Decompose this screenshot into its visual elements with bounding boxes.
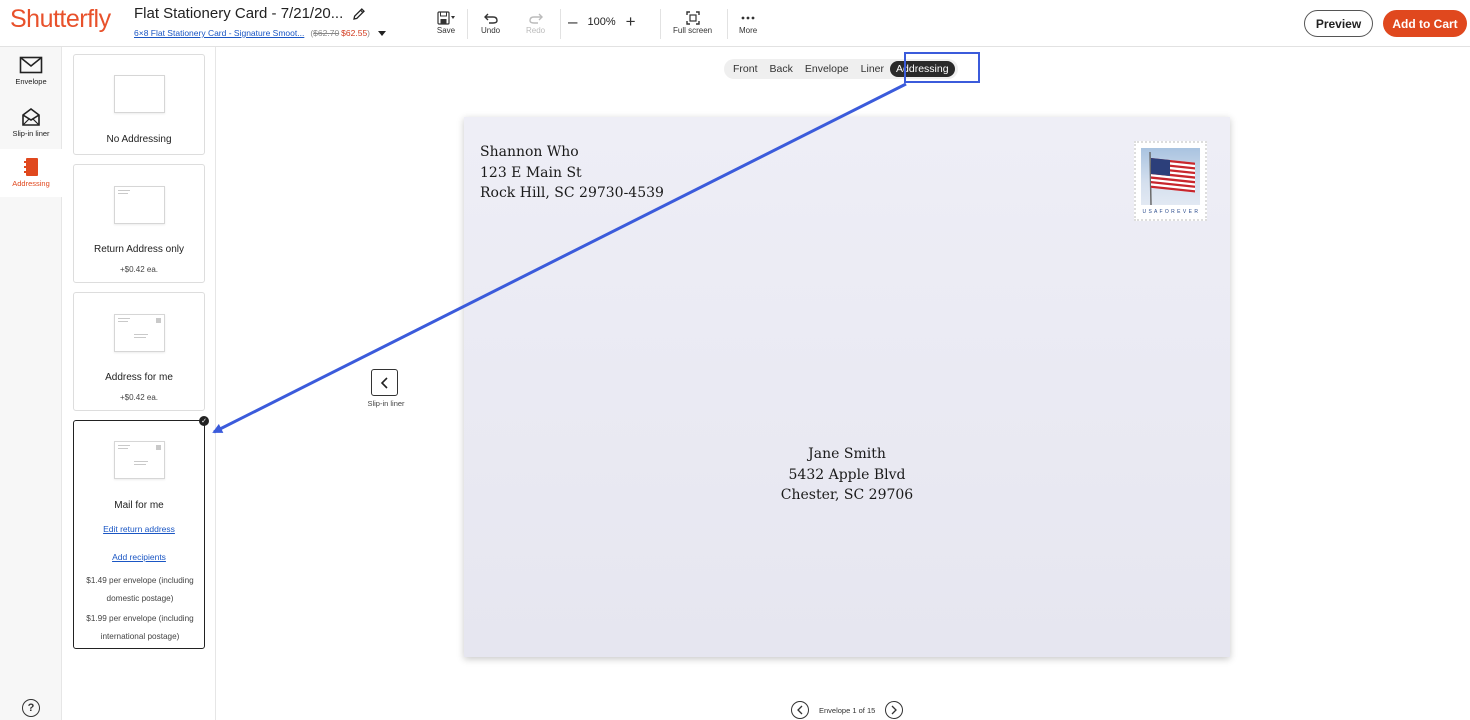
option-title: Mail for me [114,500,164,511]
zoom-out-button[interactable]: – [568,13,577,30]
chevron-left-icon [797,705,803,715]
envelope-thumbnail [114,186,165,224]
product-price-row[interactable]: 6×8 Flat Stationery Card - Signature Smo… [134,28,387,38]
tab-front[interactable]: Front [727,61,764,77]
recipient-name: Jane Smith [808,446,886,462]
stamp-text: U S A F O R E V E R [1142,209,1199,215]
return-name: Shannon Who [480,144,579,160]
toolbar-divider [467,9,468,39]
preview-button[interactable]: Preview [1304,10,1373,37]
toolbar-divider [727,9,728,39]
envelope-pager: Envelope 1 of 15 [791,701,904,719]
recipient-address: Jane Smith 5432 Apple Blvd Chester, SC 2… [464,444,1230,506]
rail-item-addressing[interactable]: Addressing [0,149,62,197]
international-postage-note-line1: $1.99 per envelope (including [86,614,194,623]
price-paren-close: ) [367,28,371,38]
option-title: No Addressing [106,134,172,145]
tab-envelope[interactable]: Envelope [799,61,855,77]
zoom-in-button[interactable]: + [626,13,636,30]
add-to-cart-button[interactable]: Add to Cart [1383,10,1467,37]
redo-icon [528,9,544,26]
redo-label: Redo [526,26,546,35]
checkmark-icon: ✓ [199,416,209,426]
option-title: Return Address only [93,244,185,255]
redo-button[interactable]: Redo [526,9,545,35]
save-label: Save [436,26,456,35]
app-window: Shutterfly Flat Stationery Card - 7/21/2… [0,0,1470,720]
previous-step-label: Slip-in liner [367,399,405,408]
recipient-city: Chester, SC 29706 [780,487,914,503]
toolbar-divider [560,9,561,39]
shutterfly-logo[interactable]: Shutterfly [10,5,111,34]
more-button[interactable]: More [739,9,757,35]
rail-label-envelope: Envelope [15,77,47,86]
undo-label: Undo [481,26,501,35]
chevron-left-icon [380,376,388,389]
option-no-addressing[interactable]: No Addressing [73,54,205,155]
international-postage-note-line2: international postage) [100,632,180,641]
sale-price: $62.55 [341,28,368,38]
postage-stamp: U S A F O R E V E R [1134,141,1207,221]
top-toolbar: Shutterfly Flat Stationery Card - 7/21/2… [0,0,1470,47]
rail-item-envelope[interactable]: Envelope [0,47,62,95]
option-address-for-me[interactable]: Address for me +$0.42 ea. [73,292,205,411]
project-title-row: Flat Stationery Card - 7/21/20... [134,5,367,22]
addressing-options-panel: No Addressing Return Address only +$0.42… [62,47,216,720]
envelope-thumbnail [114,441,165,479]
recipient-street: 5432 Apple Blvd [788,466,906,483]
more-label: More [739,26,758,35]
address-book-icon [23,157,39,177]
fullscreen-label: Full screen [673,26,713,35]
edit-return-address-link[interactable]: Edit return address [74,524,204,534]
left-rail: Envelope Slip-in liner Addressing [0,47,62,720]
envelope-icon [19,55,43,75]
return-address: Shannon Who 123 E Main St Rock Hill, SC … [480,142,664,204]
envelope-thumbnail [114,75,165,113]
edit-pencil-icon[interactable] [351,6,367,22]
toolbar-divider [660,9,661,39]
chevron-down-icon[interactable] [378,30,387,36]
tab-back[interactable]: Back [764,61,799,77]
fullscreen-button[interactable]: Full screen [673,9,712,35]
save-button[interactable]: Save [436,9,456,35]
previous-step-button[interactable] [371,369,398,396]
envelope-thumbnail [114,314,165,352]
product-link[interactable]: 6×8 Flat Stationery Card - Signature Smo… [134,28,304,38]
zoom-level: 100% [587,15,616,28]
undo-icon [483,9,499,26]
fullscreen-icon [685,9,700,26]
return-city: Rock Hill, SC 29730-4539 [480,185,664,201]
option-price: +$0.42 ea. [119,393,159,402]
pager-label: Envelope 1 of 15 [819,705,876,715]
rail-label-addressing: Addressing [12,179,50,188]
domestic-postage-note-line1: $1.49 per envelope (including [86,576,194,585]
annotation-highlight-box [904,52,980,83]
add-recipients-link[interactable]: Add recipients [74,552,204,562]
return-street: 123 E Main St [480,164,582,181]
pager-next-button[interactable] [885,701,904,719]
domestic-postage-note-line2: domestic postage) [106,594,174,603]
option-return-address-only[interactable]: Return Address only +$0.42 ea. [73,164,205,283]
option-title: Address for me [105,372,173,383]
chevron-right-icon [891,705,898,715]
more-dots-icon [741,9,755,26]
undo-button[interactable]: Undo [481,9,500,35]
zoom-control: – 100% + [568,13,636,30]
option-price: +$0.42 ea. [119,265,159,274]
original-price: $62.70 [313,28,340,38]
help-icon[interactable]: ? [22,699,40,717]
project-title[interactable]: Flat Stationery Card - 7/21/20... [134,5,343,22]
flag-stamp-image [1141,148,1200,205]
open-envelope-icon [21,107,41,127]
envelope-preview[interactable]: Shannon Who 123 E Main St Rock Hill, SC … [464,117,1230,657]
option-mail-for-me[interactable]: ✓ Mail for me Edit return address Add re… [73,416,209,649]
rail-item-slip-in-liner[interactable]: Slip-in liner [0,99,62,147]
save-disk-icon [436,9,456,26]
pager-prev-button[interactable] [791,701,809,719]
rail-label-slip-in-liner: Slip-in liner [12,129,50,138]
tab-liner[interactable]: Liner [855,61,890,77]
